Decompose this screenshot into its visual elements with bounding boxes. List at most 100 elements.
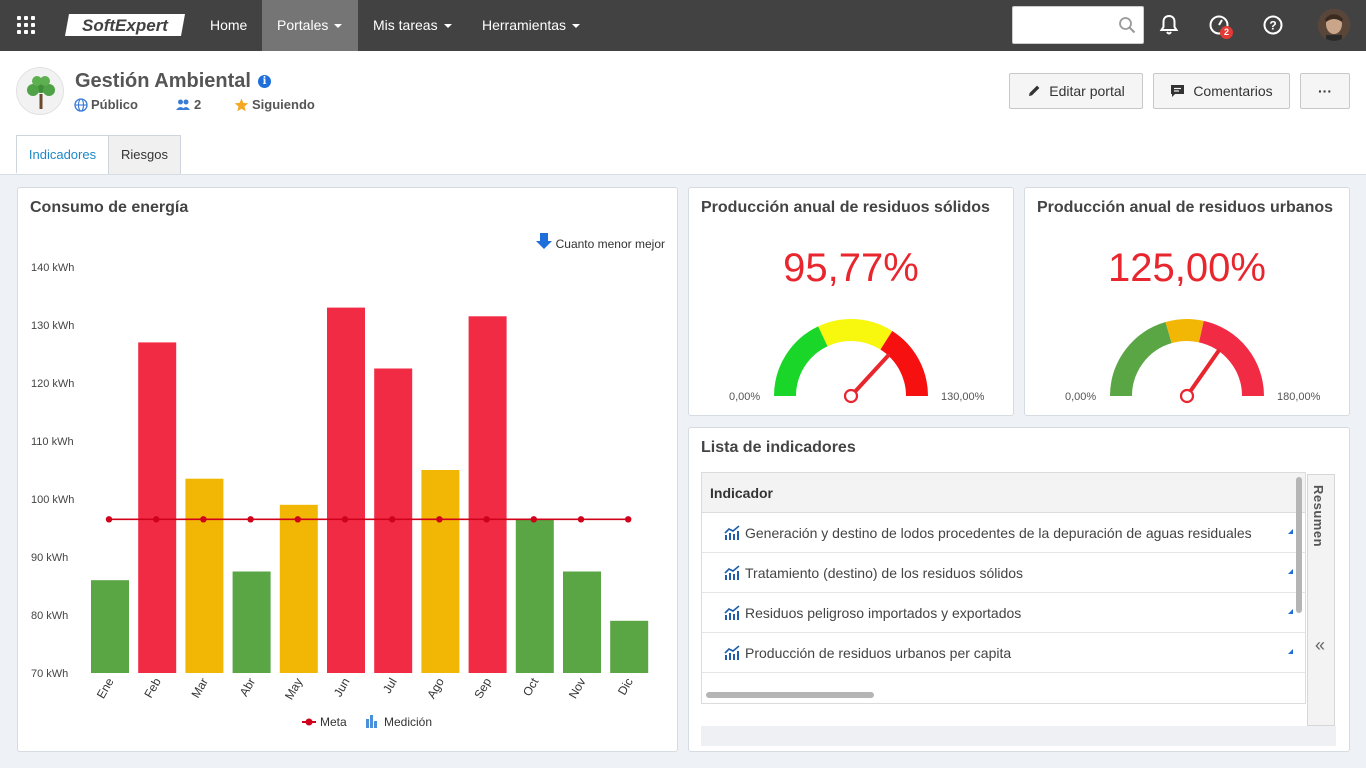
urban-waste-gauge-panel: Producción anual de residuos urbanos 125… xyxy=(1024,187,1350,416)
gauge-pivot xyxy=(1179,388,1195,404)
search-input[interactable] xyxy=(1013,7,1113,43)
vertical-scrollbar[interactable] xyxy=(1296,477,1302,613)
svg-text:?: ? xyxy=(1269,19,1276,33)
column-header-label: Indicador xyxy=(710,485,774,501)
status-triangle-icon xyxy=(1288,649,1293,654)
comments-label: Comentarios xyxy=(1193,83,1273,99)
table-row[interactable]: Producción de residuos urbanos per capit… xyxy=(702,633,1305,673)
resumen-label: Resumen xyxy=(1311,485,1326,548)
table-header-indicador[interactable]: Indicador xyxy=(702,473,1305,513)
edit-portal-button[interactable]: Editar portal xyxy=(1009,73,1143,109)
legend-bar-icon xyxy=(370,715,373,728)
info-icon[interactable]: i xyxy=(258,75,271,88)
bar-mar xyxy=(185,478,224,673)
indicator-name: Residuos peligroso importados y exportad… xyxy=(745,604,1022,621)
meta-point xyxy=(294,516,301,523)
meta-point xyxy=(530,516,537,523)
meta-point xyxy=(577,516,585,523)
gauge-segment xyxy=(774,326,828,397)
visibility-label: Público xyxy=(91,97,138,112)
members-label: 2 xyxy=(194,97,202,112)
help-icon[interactable]: ? xyxy=(1261,13,1285,37)
indicator-chart-icon xyxy=(724,644,740,660)
indicator-list-panel: Lista de indicadores Indicador Generació… xyxy=(688,427,1350,752)
gauge-segment xyxy=(1165,319,1204,344)
resumen-side-tab[interactable]: Resumen « xyxy=(1307,474,1335,726)
horizontal-scrollbar[interactable] xyxy=(706,692,874,698)
x-tick-label: May xyxy=(282,676,305,703)
softexpert-logo[interactable]: SoftExpert xyxy=(63,12,188,38)
solid-waste-gauge-panel: Producción anual de residuos sólidos 95,… xyxy=(688,187,1014,416)
legend-medicion-label: Medición xyxy=(384,715,432,729)
double-chevron-left-icon[interactable]: « xyxy=(1315,635,1325,656)
gauge-segment xyxy=(1110,322,1173,397)
y-tick-label: 140 kWh xyxy=(31,262,74,274)
x-tick-label: Sep xyxy=(471,675,494,701)
status-triangle-icon xyxy=(1288,569,1293,574)
gauge-segment xyxy=(818,319,893,350)
x-tick-label: Dic xyxy=(615,676,636,698)
x-tick-label: Nov xyxy=(566,676,589,701)
y-tick-label: 80 kWh xyxy=(31,610,68,622)
indicator-table: Indicador Generación y destino de lodos … xyxy=(701,472,1306,704)
x-tick-label: Mar xyxy=(189,676,211,701)
meta-point xyxy=(436,516,443,523)
status-triangle-icon xyxy=(1288,529,1293,534)
indicator-rows: Generación y destino de lodos procedente… xyxy=(702,513,1305,673)
table-row[interactable]: Generación y destino de lodos procedente… xyxy=(702,513,1305,553)
globe-icon xyxy=(74,97,88,112)
table-row[interactable]: Residuos peligroso importados y exportad… xyxy=(702,593,1305,633)
indicator-name: Producción de residuos urbanos per capit… xyxy=(745,644,1012,661)
bell-icon[interactable] xyxy=(1157,13,1181,37)
nav-home[interactable]: Home xyxy=(195,0,262,51)
panel-footer xyxy=(701,726,1336,746)
nav-herramientas[interactable]: Herramientas xyxy=(467,0,595,51)
nav-mis-tareas[interactable]: Mis tareas xyxy=(358,0,467,51)
legend-bar-icon xyxy=(374,721,377,728)
comments-button[interactable]: Comentarios xyxy=(1153,73,1290,109)
x-tick-label: Jul xyxy=(380,676,400,696)
users-icon xyxy=(176,99,190,110)
visibility-status: Público xyxy=(74,97,138,112)
nav-portales[interactable]: Portales xyxy=(262,0,358,51)
x-tick-label: Abr xyxy=(237,676,258,699)
bar-feb xyxy=(138,342,177,673)
tab-riesgos[interactable]: Riesgos xyxy=(108,135,181,174)
legend-meta-marker xyxy=(305,718,313,726)
comment-icon xyxy=(1171,85,1185,97)
chevron-down-icon xyxy=(443,24,452,28)
y-tick-label: 130 kWh xyxy=(31,320,74,332)
gauge-max-label: 180,00% xyxy=(1277,391,1321,403)
x-tick-label: Feb xyxy=(141,675,164,700)
tab-indicadores[interactable]: Indicadores xyxy=(16,135,109,174)
user-avatar[interactable] xyxy=(1318,9,1350,41)
bar-may xyxy=(279,504,318,673)
top-navigation-bar: SoftExpert Home Portales Mis tareas Herr… xyxy=(0,0,1366,51)
logo-text: SoftExpert xyxy=(82,16,169,35)
bar-jun xyxy=(327,307,365,673)
pencil-icon xyxy=(1029,85,1040,96)
y-tick-label: 90 kWh xyxy=(31,552,68,564)
more-icon: ··· xyxy=(1318,83,1332,99)
gauge-min-label: 0,00% xyxy=(1065,391,1097,403)
app-grid-icon[interactable] xyxy=(17,16,35,34)
indicator-chart-icon xyxy=(724,604,740,620)
gauge-max-label: 130,00% xyxy=(941,391,985,403)
chart-hint: Cuanto menor mejor xyxy=(556,237,665,251)
meta-point xyxy=(483,516,490,523)
more-options-button[interactable]: ··· xyxy=(1300,73,1350,109)
chevron-down-icon xyxy=(572,24,581,28)
following-label: Siguiendo xyxy=(252,97,315,112)
table-row[interactable]: Tratamiento (destino) de los residuos só… xyxy=(702,553,1305,593)
meta-point xyxy=(153,516,160,523)
x-tick-label: Jun xyxy=(331,676,353,700)
search-icon[interactable] xyxy=(1118,16,1136,34)
y-tick-label: 70 kWh xyxy=(31,668,68,680)
following-status[interactable]: Siguiendo xyxy=(234,97,315,112)
members-count[interactable]: 2 xyxy=(175,97,201,112)
energy-bar-chart: Cuanto menor mejor 70 kWh 80 kWh 90 kWh 100 … xyxy=(31,233,665,729)
page-title: Gestión Ambiental xyxy=(75,70,251,92)
y-tick-label: 110 kWh xyxy=(31,436,74,448)
energy-consumption-panel: Consumo de energía Cuanto menor mejor 70 … xyxy=(17,187,678,752)
gauge-needle xyxy=(1189,348,1221,393)
